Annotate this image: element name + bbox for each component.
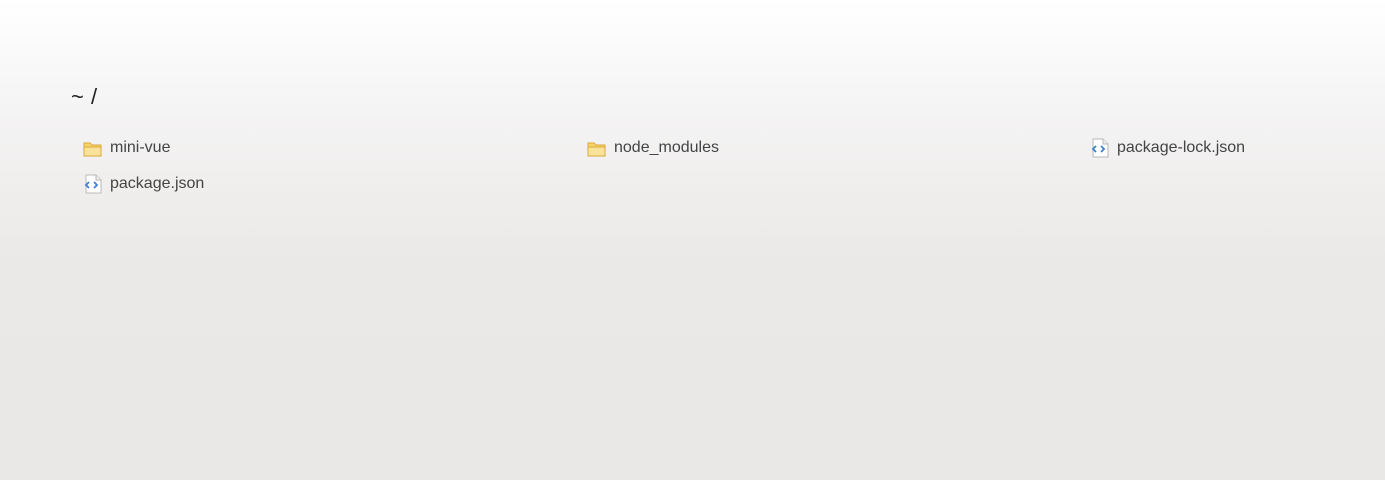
folder-icon xyxy=(586,138,608,158)
file-name: package-lock.json xyxy=(1117,139,1246,156)
file-item-package-lock-json[interactable]: package-lock.json xyxy=(1089,135,1245,161)
file-item-node-modules[interactable]: node_modules xyxy=(586,135,719,161)
page-title: ~ / xyxy=(71,84,98,109)
file-item-package-json[interactable]: package.json xyxy=(82,171,204,197)
file-name: mini-vue xyxy=(110,139,171,156)
json-file-icon xyxy=(1089,138,1111,158)
folder-icon xyxy=(82,138,104,158)
file-item-mini-vue[interactable]: mini-vue xyxy=(82,135,170,161)
json-file-icon xyxy=(82,174,104,194)
file-name: package.json xyxy=(110,175,205,192)
file-name: node_modules xyxy=(614,139,719,156)
